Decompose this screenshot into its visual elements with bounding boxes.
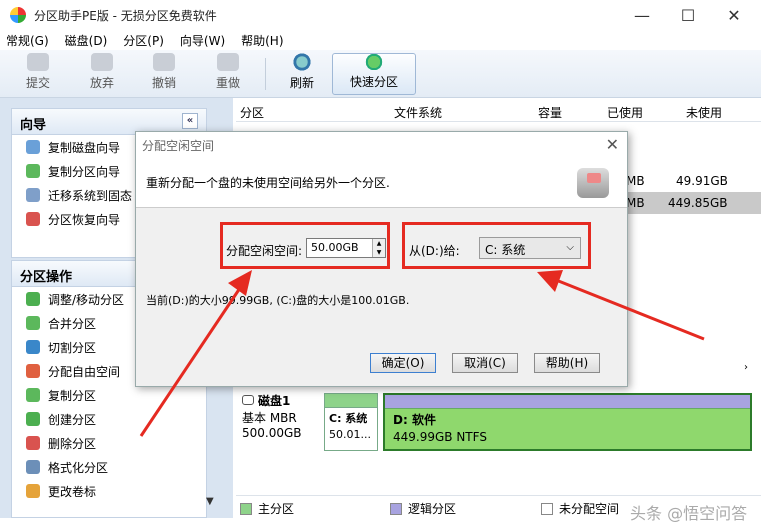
annotation-arrows	[139, 270, 705, 437]
annotation-arrowhead-left	[228, 270, 252, 296]
annotation-arrow-left	[139, 284, 244, 437]
annotation-arrow-right	[555, 278, 705, 341]
